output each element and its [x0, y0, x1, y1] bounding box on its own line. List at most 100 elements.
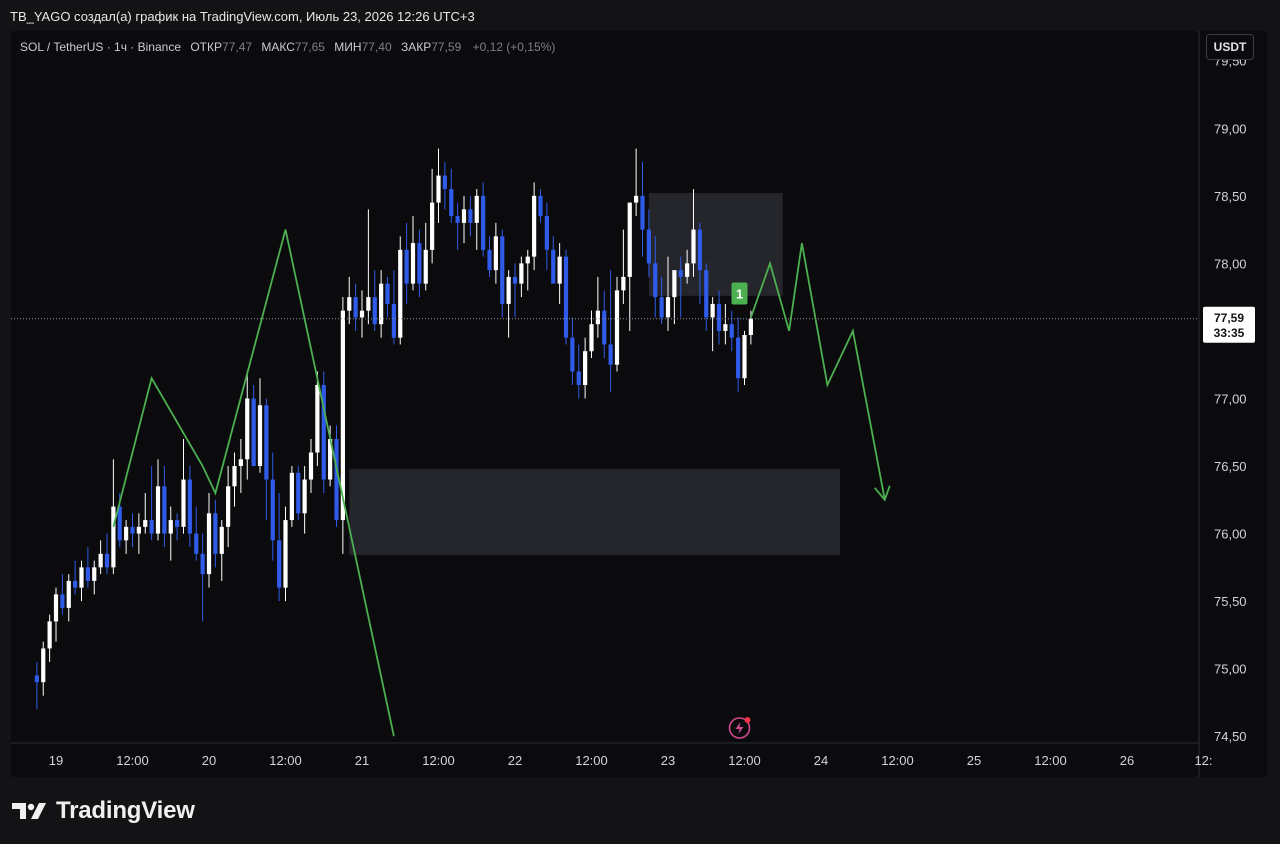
time-tick-label: 25 — [967, 753, 981, 768]
candle — [500, 229, 505, 318]
time-tick-label: 12: — [1194, 753, 1212, 768]
candle-body — [474, 195, 479, 223]
price-chart[interactable]: 1 79,5079,0078,5078,0077,0076,5076,0075,… — [11, 31, 1267, 777]
candlesticks — [34, 148, 753, 710]
candle — [79, 560, 84, 602]
candle-body — [47, 621, 52, 649]
candle — [60, 574, 65, 615]
currency-button[interactable]: USDT — [1206, 34, 1254, 60]
time-tick-label: 22 — [508, 753, 522, 768]
candle — [194, 506, 199, 561]
candle — [398, 236, 403, 345]
candle-body — [66, 580, 71, 608]
candle-body — [168, 520, 173, 534]
candle — [245, 371, 250, 480]
current-price-tag: 77,5933:35 — [1203, 306, 1255, 343]
candle — [532, 182, 537, 271]
price-tag-price: 77,59 — [1214, 311, 1244, 325]
candle — [277, 493, 282, 602]
candle-body — [544, 216, 549, 250]
low-value: 77,40 — [361, 40, 392, 54]
candle-body — [187, 479, 192, 534]
candle-body — [493, 236, 498, 271]
candle-body — [417, 243, 422, 284]
candle-body — [614, 290, 620, 365]
candle — [359, 290, 365, 338]
candle-body — [595, 310, 600, 325]
candle-body — [404, 249, 409, 284]
candle-body — [678, 270, 683, 277]
candle-body — [117, 506, 122, 541]
candle-body — [589, 324, 594, 352]
event-lightning-icon[interactable] — [728, 717, 751, 739]
candle-body — [194, 533, 199, 554]
candle-body — [366, 297, 371, 311]
candle-body — [34, 675, 39, 683]
candle — [442, 162, 447, 210]
candle-body — [289, 472, 294, 521]
candle — [570, 317, 575, 385]
candle — [525, 249, 530, 291]
candle-body — [200, 553, 205, 575]
candle-body — [512, 276, 518, 284]
candle — [436, 148, 441, 223]
candle — [347, 276, 352, 325]
candle-body — [219, 526, 224, 554]
candle — [289, 466, 294, 527]
price-tick-label: 75,00 — [1214, 662, 1247, 677]
candle-body — [379, 283, 384, 325]
candle-body — [410, 243, 416, 284]
candle — [640, 162, 645, 257]
candle-body — [124, 526, 129, 541]
candle — [124, 520, 129, 554]
event-icon-dot — [744, 717, 751, 723]
candle — [41, 641, 46, 696]
time-tick-label: 12:00 — [575, 753, 608, 768]
candle — [104, 533, 110, 575]
candle — [430, 168, 435, 264]
candle-body — [748, 318, 753, 335]
candle-body — [723, 324, 728, 331]
candle — [704, 263, 709, 331]
candle — [544, 202, 549, 271]
time-tick-label: 26 — [1120, 753, 1134, 768]
price-axis: 79,5079,0078,5078,0077,0076,5076,0075,50… — [1214, 54, 1247, 745]
candle — [595, 276, 600, 338]
candle-body — [270, 479, 275, 541]
chart-frame[interactable]: 1 79,50 79,00 78,50 78,00 77,00 76,50 76,00 75,… — [11, 31, 1267, 777]
candle — [149, 466, 154, 541]
symbol-title[interactable]: SOL / TetherUS · 1ч · Binance — [20, 40, 181, 54]
time-tick-label: 12:00 — [116, 753, 149, 768]
candle-body — [710, 303, 715, 318]
candle-body — [162, 486, 167, 534]
time-tick-label: 12:00 — [728, 753, 761, 768]
candle — [53, 587, 59, 642]
candle-body — [646, 229, 651, 264]
candle-body — [570, 337, 575, 372]
candle — [729, 310, 734, 352]
candle — [410, 216, 416, 291]
tradingview-logo[interactable]: TradingView — [12, 797, 195, 825]
candle-body — [181, 479, 186, 527]
candle-body — [213, 513, 218, 554]
candle-body — [659, 297, 664, 318]
event-icon-layer — [728, 717, 751, 739]
candle — [716, 290, 722, 345]
high-label: МАКС — [261, 40, 295, 54]
candle — [589, 310, 594, 358]
candle — [391, 270, 396, 345]
candle — [232, 452, 237, 507]
candle — [155, 459, 161, 541]
candle — [219, 520, 224, 581]
candle-body — [627, 202, 632, 277]
price-tick-label: 77,00 — [1214, 391, 1247, 406]
candle — [366, 209, 371, 325]
candle-body — [104, 553, 110, 568]
candle-body — [143, 520, 148, 527]
close-value: 77,59 — [431, 40, 462, 54]
candle-body — [423, 249, 428, 284]
candle-body — [691, 229, 696, 264]
candle — [130, 513, 135, 548]
candle-body — [729, 324, 734, 338]
candle-body — [315, 384, 320, 453]
